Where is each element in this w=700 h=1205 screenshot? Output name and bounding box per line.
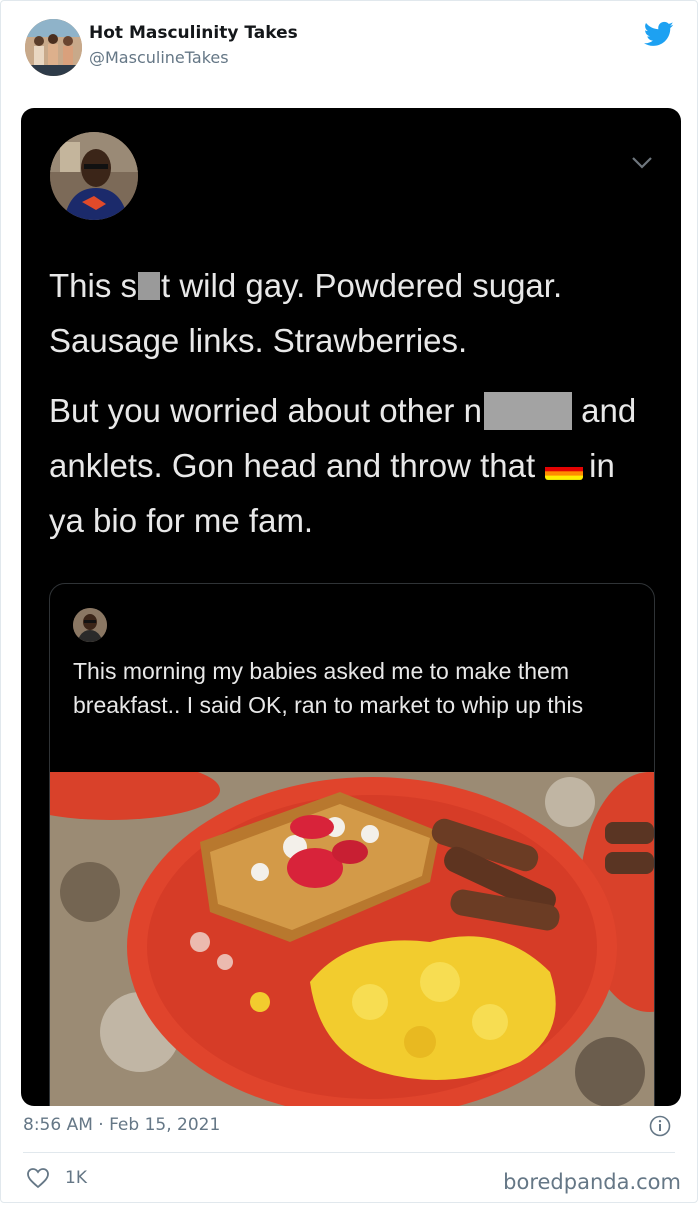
author-name[interactable]: Hot Masculinity Takes [89,23,298,43]
redaction-box [483,392,572,430]
quoted-tweet-text: This morning my babies asked me to make … [73,658,584,718]
quoted-avatar [73,608,107,642]
rainbow-flag-icon [545,454,584,480]
tweet-timestamp[interactable]: 8:56 AM · Feb 15, 2021 [23,1115,220,1135]
breakfast-photo [50,772,654,1106]
screenshot-avatar [50,132,138,220]
screenshot-text-2a: But you worried about other n [49,392,482,429]
info-icon[interactable] [649,1115,671,1137]
heart-icon[interactable] [26,1167,50,1189]
author-handle[interactable]: @MasculineTakes [89,48,229,67]
author-avatar[interactable] [25,19,82,76]
divider [23,1152,675,1153]
quoted-tweet: This morning my babies asked me to make … [49,583,655,1106]
screenshot-text-1a: This s [49,267,138,304]
tweet-card: Hot Masculinity Takes @MasculineTakes Th… [0,0,698,1203]
source-watermark: boredpanda.com [503,1170,681,1194]
like-count[interactable]: 1K [65,1168,87,1188]
screenshot-text-paragraph-1: This st wild gay. Powdered sugar. Sausag… [49,258,639,368]
twitter-bird-icon[interactable] [643,19,675,49]
redaction-box [138,272,161,300]
chevron-down-icon [632,157,652,169]
screenshot-text-paragraph-2: But you worried about other n and anklet… [49,383,639,548]
embedded-tweet-screenshot: This st wild gay. Powdered sugar. Sausag… [21,108,681,1106]
